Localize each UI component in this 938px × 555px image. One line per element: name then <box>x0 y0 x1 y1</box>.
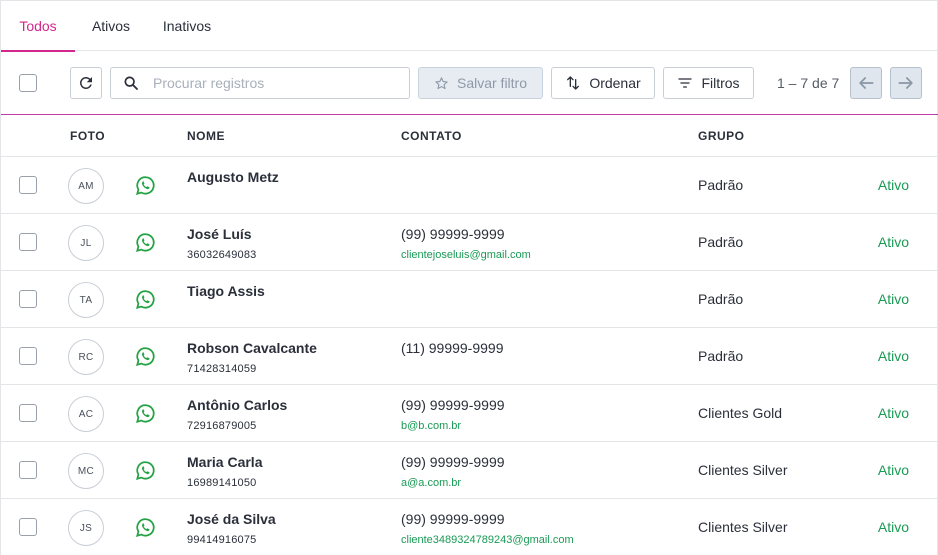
contact-group: Padrão <box>698 177 744 193</box>
table-row[interactable]: JL José Luís 36032649083 (99) 99999-9999… <box>1 214 938 271</box>
contact-phone: (99) 99999-9999 <box>401 511 505 527</box>
contacts-panel: Todos Ativos Inativos Salvar filtro <box>0 0 938 555</box>
contact-group: Clientes Gold <box>698 405 783 421</box>
contact-name: José Luís <box>187 226 252 242</box>
status-tabs: Todos Ativos Inativos <box>1 1 938 52</box>
row-checkbox[interactable] <box>19 518 37 536</box>
search-input[interactable] <box>153 75 393 91</box>
sort-icon <box>567 76 580 90</box>
sort-button[interactable]: Ordenar <box>551 67 655 99</box>
table-row[interactable]: JS José da Silva 99414916075 (99) 99999-… <box>1 499 938 555</box>
contact-name: Antônio Carlos <box>187 397 288 413</box>
refresh-icon <box>79 76 92 89</box>
contact-document: 99414916075 <box>187 534 257 546</box>
previous-page-button[interactable] <box>850 67 882 99</box>
contact-group: Padrão <box>698 234 744 250</box>
column-header-photo[interactable]: FOTO <box>70 115 105 157</box>
whatsapp-icon[interactable] <box>135 517 156 538</box>
row-checkbox[interactable] <box>19 404 37 422</box>
tab-ativos[interactable]: Ativos <box>87 1 135 51</box>
status-label: Ativo <box>877 177 909 193</box>
contact-email[interactable]: cliente3489324789243@gmail.com <box>401 534 574 546</box>
refresh-button[interactable] <box>70 67 102 99</box>
contact-name: Maria Carla <box>187 454 263 470</box>
sort-label: Ordenar <box>589 75 641 91</box>
filters-button[interactable]: Filtros <box>663 67 754 99</box>
save-filter-label: Salvar filtro <box>456 75 528 91</box>
star-icon <box>435 76 448 89</box>
contact-name: Robson Cavalcante <box>187 340 317 356</box>
arrow-left-icon <box>859 77 874 89</box>
search-icon <box>124 76 138 90</box>
contact-group: Clientes Silver <box>698 519 788 535</box>
filter-lines-icon <box>678 78 693 88</box>
contact-name: José da Silva <box>187 511 276 527</box>
search-box <box>110 67 410 99</box>
table-row[interactable]: RC Robson Cavalcante 71428314059 (11) 99… <box>1 328 938 385</box>
table-row[interactable]: MC Maria Carla 16989141050 (99) 99999-99… <box>1 442 938 499</box>
select-all-checkbox[interactable] <box>19 74 37 92</box>
contact-group: Clientes Silver <box>698 462 788 478</box>
status-label: Ativo <box>877 405 909 421</box>
status-label: Ativo <box>877 291 909 307</box>
avatar: JS <box>68 510 104 546</box>
contact-document: 71428314059 <box>187 363 257 375</box>
avatar: MC <box>68 453 104 489</box>
column-header-name[interactable]: NOME <box>187 115 225 157</box>
row-checkbox[interactable] <box>19 461 37 479</box>
status-label: Ativo <box>877 462 909 478</box>
contact-name: Tiago Assis <box>187 283 265 299</box>
tab-inativos[interactable]: Inativos <box>158 1 216 51</box>
status-label: Ativo <box>877 348 909 364</box>
contact-phone: (11) 99999-9999 <box>401 340 504 356</box>
contact-phone: (99) 99999-9999 <box>401 226 505 242</box>
row-checkbox[interactable] <box>19 233 37 251</box>
filters-label: Filtros <box>701 75 740 91</box>
avatar: TA <box>68 282 104 318</box>
contact-document: 36032649083 <box>187 249 257 261</box>
contact-phone: (99) 99999-9999 <box>401 454 505 470</box>
table-row[interactable]: AC Antônio Carlos 72916879005 (99) 99999… <box>1 385 938 442</box>
next-page-button[interactable] <box>890 67 922 99</box>
contact-name: Augusto Metz <box>187 169 279 185</box>
whatsapp-icon[interactable] <box>135 232 156 253</box>
table-row[interactable]: TA Tiago Assis Padrão Ativo <box>1 271 938 328</box>
contact-document: 16989141050 <box>187 477 257 489</box>
avatar: AM <box>68 168 104 204</box>
row-checkbox[interactable] <box>19 176 37 194</box>
table-header: FOTO NOME CONTATO GRUPO <box>1 115 938 157</box>
toolbar: Salvar filtro Ordenar Filtros 1 – 7 de 7 <box>1 51 938 115</box>
row-checkbox[interactable] <box>19 347 37 365</box>
avatar: JL <box>68 225 104 261</box>
avatar: AC <box>68 396 104 432</box>
contact-group: Padrão <box>698 348 744 364</box>
pagination-info: 1 – 7 de 7 <box>777 75 840 91</box>
column-header-group[interactable]: GRUPO <box>698 115 745 157</box>
status-label: Ativo <box>877 519 909 535</box>
tab-todos[interactable]: Todos <box>1 1 75 52</box>
status-label: Ativo <box>877 234 909 250</box>
avatar: RC <box>68 339 104 375</box>
whatsapp-icon[interactable] <box>135 175 156 196</box>
contact-document: 72916879005 <box>187 420 257 432</box>
row-checkbox[interactable] <box>19 290 37 308</box>
whatsapp-icon[interactable] <box>135 346 156 367</box>
contact-email[interactable]: clientejoseluis@gmail.com <box>401 249 531 261</box>
whatsapp-icon[interactable] <box>135 460 156 481</box>
contact-email[interactable]: a@a.com.br <box>401 477 461 489</box>
whatsapp-icon[interactable] <box>135 403 156 424</box>
save-filter-button[interactable]: Salvar filtro <box>418 67 543 99</box>
contact-group: Padrão <box>698 291 744 307</box>
contact-phone: (99) 99999-9999 <box>401 397 505 413</box>
column-header-contact[interactable]: CONTATO <box>401 115 462 157</box>
table-row[interactable]: AM Augusto Metz Padrão Ativo <box>1 157 938 214</box>
arrow-right-icon <box>898 77 913 89</box>
whatsapp-icon[interactable] <box>135 289 156 310</box>
contact-email[interactable]: b@b.com.br <box>401 420 461 432</box>
